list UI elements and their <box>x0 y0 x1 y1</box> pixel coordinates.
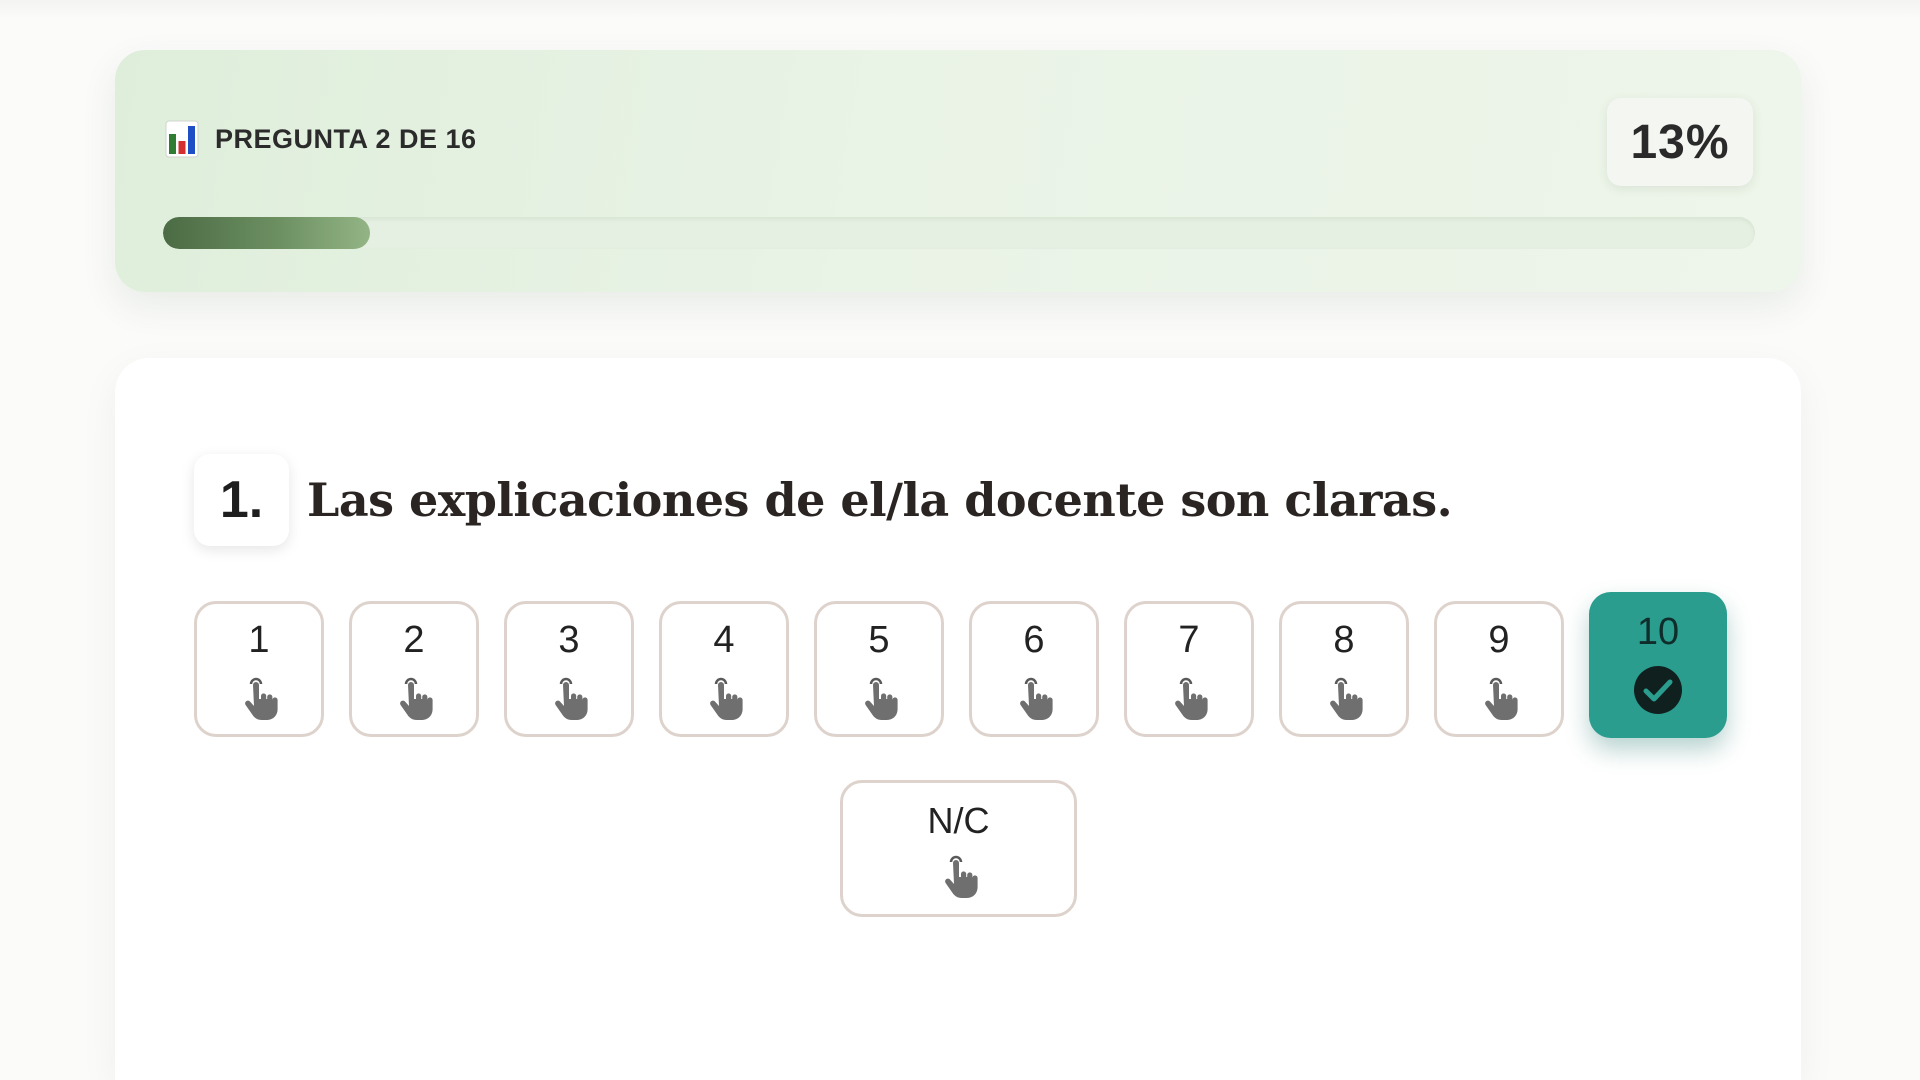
option-nc-button[interactable]: N/C <box>840 780 1077 917</box>
option-label: 10 <box>1636 611 1680 653</box>
bar-chart-icon <box>165 120 199 158</box>
pointer-hand-icon <box>1485 677 1518 720</box>
question-card: 1. Las explicaciones de el/la docente so… <box>115 358 1801 1080</box>
option-9-button[interactable]: 9 <box>1434 601 1564 737</box>
question-header: 1. Las explicaciones de el/la docente so… <box>194 454 1453 546</box>
option-3-button[interactable]: 3 <box>504 601 634 737</box>
pointer-hand-icon <box>245 677 278 720</box>
option-5-button[interactable]: 5 <box>814 601 944 737</box>
check-circle-icon <box>1634 665 1682 714</box>
option-label: 4 <box>713 619 735 661</box>
pointer-hand-icon <box>1175 677 1208 720</box>
option-label: 6 <box>1023 619 1045 661</box>
option-label: N/C <box>927 800 990 841</box>
pointer-hand-icon <box>1330 677 1363 720</box>
progress-bar <box>163 217 1755 249</box>
option-6-button[interactable]: 6 <box>969 601 1099 737</box>
option-label: 2 <box>403 619 425 661</box>
progress-bar-fill <box>163 217 370 249</box>
rating-options: 1 2 3 4 5 6 7 8 9 10 <box>194 592 1727 738</box>
progress-card: PREGUNTA 2 DE 16 13% <box>115 50 1801 292</box>
option-label: 5 <box>868 619 890 661</box>
pointer-hand-icon <box>400 677 433 720</box>
option-label: 3 <box>558 619 580 661</box>
pointer-hand-icon <box>865 677 898 720</box>
option-label: 9 <box>1488 619 1510 661</box>
option-8-button[interactable]: 8 <box>1279 601 1409 737</box>
option-7-button[interactable]: 7 <box>1124 601 1254 737</box>
question-counter: PREGUNTA 2 DE 16 <box>215 123 477 154</box>
pointer-hand-icon <box>944 856 978 899</box>
option-label: 1 <box>248 619 270 661</box>
option-label: 8 <box>1333 619 1355 661</box>
question-text: Las explicaciones de el/la docente son c… <box>307 473 1453 527</box>
pointer-hand-icon <box>555 677 588 720</box>
option-10-button[interactable]: 10 <box>1589 592 1727 738</box>
progress-percent: 13% <box>1607 98 1753 186</box>
option-label: 7 <box>1178 619 1200 661</box>
pointer-hand-icon <box>1020 677 1053 720</box>
top-strip <box>0 0 1920 18</box>
question-number: 1. <box>194 454 289 546</box>
progress-header: PREGUNTA 2 DE 16 <box>165 120 477 158</box>
option-2-button[interactable]: 2 <box>349 601 479 737</box>
option-4-button[interactable]: 4 <box>659 601 789 737</box>
pointer-hand-icon <box>710 677 743 720</box>
option-1-button[interactable]: 1 <box>194 601 324 737</box>
